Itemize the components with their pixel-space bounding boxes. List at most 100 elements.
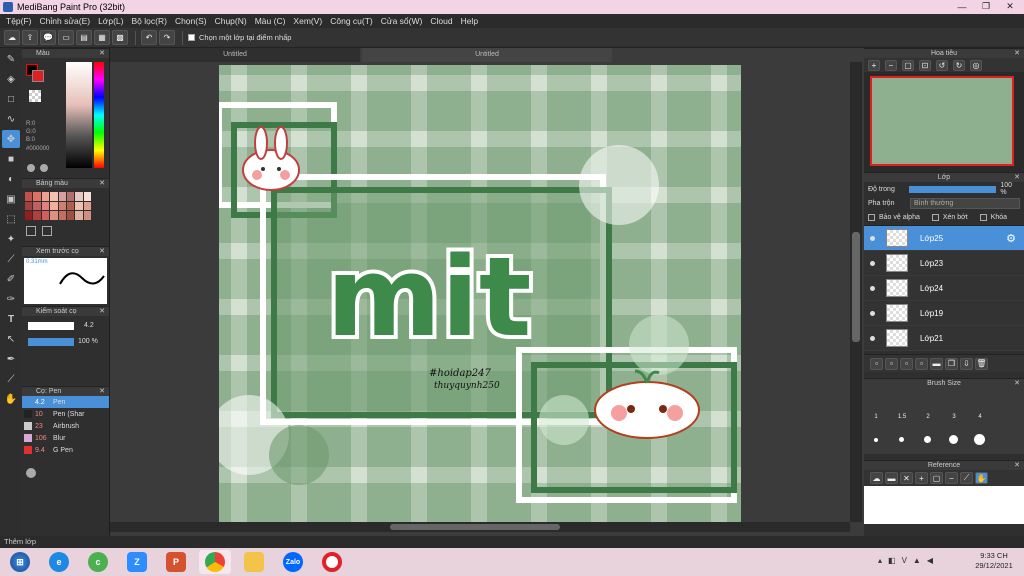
magic-wand-icon[interactable]: ✦ (2, 230, 20, 248)
palette-swatch[interactable] (58, 211, 66, 220)
menu-filter[interactable]: Bộ lọc(R) (132, 16, 167, 26)
cloud-icon[interactable]: ☁ (4, 30, 20, 45)
brush-dot[interactable] (924, 436, 931, 443)
palette-swatch[interactable] (83, 192, 91, 201)
secondary-color-swatch[interactable] (32, 70, 44, 82)
brush-dot[interactable] (874, 438, 878, 442)
select-pen-icon[interactable]: ✐ (2, 270, 20, 288)
new-1bit-layer-icon[interactable]: ▫ (915, 357, 928, 370)
zoom-in-icon[interactable]: + (915, 472, 928, 484)
palette-swatch[interactable] (75, 201, 83, 211)
text-icon[interactable]: T (2, 310, 20, 328)
palette-swatch[interactable] (66, 192, 75, 201)
bucket-icon[interactable]: ◐ (2, 170, 20, 188)
spoit-icon[interactable]: ⟋ (2, 370, 20, 388)
palette-swatch[interactable] (33, 192, 41, 201)
palette-swatch[interactable] (25, 201, 33, 211)
opacity-slider[interactable] (28, 338, 74, 346)
rotate-right-icon[interactable]: ↻ (953, 59, 965, 71)
palette-swatch[interactable] (66, 211, 75, 220)
operation-icon[interactable]: ↖ (2, 330, 20, 348)
layer-row[interactable]: Lớp24 (864, 276, 1024, 301)
taskbar-ie[interactable]: e (43, 550, 75, 574)
start-button[interactable]: ⊞ (4, 550, 36, 574)
hand-icon[interactable]: ✋ (2, 390, 20, 408)
taskbar-zoom[interactable]: Z (121, 550, 153, 574)
menu-cloud[interactable]: Cloud (430, 16, 452, 26)
open-folder-icon[interactable]: ▬ (885, 472, 898, 484)
palette-swatch[interactable] (41, 192, 50, 201)
taskbar-explorer[interactable] (238, 550, 270, 574)
tray-network-icon[interactable]: ▲ (913, 556, 921, 565)
select-layer-checkbox[interactable] (188, 34, 195, 41)
taskbar-chrome[interactable] (199, 550, 231, 574)
upload-icon[interactable]: ⇪ (22, 30, 38, 45)
tab-untitled-2[interactable]: Untitled (362, 48, 612, 62)
navigator-viewport[interactable] (870, 76, 1014, 166)
wheel-icon[interactable] (40, 164, 48, 172)
comment-icon[interactable]: 💬 (40, 30, 56, 45)
brush-size-2[interactable]: 2 (918, 414, 938, 420)
palette-swatch[interactable] (25, 211, 33, 220)
fill-rect-icon[interactable]: ■ (2, 150, 20, 168)
gradient-icon[interactable]: ▣ (2, 190, 20, 208)
brush-list-item[interactable]: 9.4 G Pen (22, 444, 109, 456)
move-icon[interactable]: ✥ (2, 130, 20, 148)
lasso-icon[interactable]: ∿ (2, 110, 20, 128)
brush-size-1[interactable]: 1 (866, 414, 886, 420)
menu-select[interactable]: Chọn(S) (175, 16, 207, 26)
new-layer-icon[interactable]: ▫ (870, 357, 883, 370)
close-icon[interactable]: ✕ (1014, 173, 1020, 183)
hand-icon[interactable]: ✋ (975, 472, 988, 484)
layer-row[interactable]: Lớp21 (864, 326, 1024, 351)
menu-color[interactable]: Màu (C) (255, 16, 286, 26)
palette-swatch[interactable] (50, 201, 58, 211)
palette-swatch[interactable] (25, 192, 33, 201)
brush-dot[interactable] (949, 435, 958, 444)
brush-list-item[interactable]: 10 Pen (Shar (22, 408, 109, 420)
clipping-checkbox[interactable] (931, 214, 939, 221)
delete-layer-icon[interactable]: 🗑 (975, 357, 988, 370)
close-button[interactable]: ✕ (998, 0, 1022, 13)
zoom-in-icon[interactable]: + (868, 59, 880, 71)
close-icon[interactable]: ✕ (1014, 49, 1020, 59)
layer-row[interactable]: Lớp23 (864, 251, 1024, 276)
select-eraser-icon[interactable]: ✑ (2, 290, 20, 308)
horizontal-scroll-thumb[interactable] (390, 524, 560, 530)
visibility-icon[interactable] (870, 235, 875, 241)
layer-row[interactable]: Lớp25 ⚙ (864, 226, 1024, 251)
palette-swatch[interactable] (50, 211, 58, 220)
transparent-swatch[interactable] (29, 90, 41, 102)
close-icon[interactable]: ✕ (1014, 461, 1020, 471)
palette-icon[interactable] (27, 164, 35, 172)
merge-down-icon[interactable]: ⇩ (960, 357, 973, 370)
visibility-icon[interactable] (870, 285, 875, 291)
eyedropper-icon[interactable]: ⟋ (2, 250, 20, 268)
page-icon[interactable]: ▤ (76, 30, 92, 45)
select-icon[interactable]: ⬚ (2, 210, 20, 228)
zoom-out-icon[interactable]: − (945, 472, 958, 484)
palette-grid[interactable] (25, 192, 91, 220)
eyedropper-icon[interactable]: ⟋ (960, 472, 973, 484)
layer-opacity-slider[interactable] (909, 185, 997, 193)
palette-swatch[interactable] (58, 192, 66, 201)
redo-icon[interactable]: ↷ (159, 30, 175, 45)
horizontal-scrollbar[interactable] (110, 522, 850, 532)
brush-size-4[interactable]: 4 (970, 414, 990, 420)
reference-view[interactable] (864, 486, 1024, 524)
zoom-out-icon[interactable]: − (885, 59, 897, 71)
delete-color-icon[interactable] (42, 226, 52, 236)
grid-icon[interactable]: ▦ (94, 30, 110, 45)
tray-volume-icon[interactable]: ◀ (927, 556, 933, 565)
palette-swatch[interactable] (58, 201, 66, 211)
taskbar-opera[interactable] (316, 550, 348, 574)
brush-size-3[interactable]: 3 (944, 414, 964, 420)
maximize-button[interactable]: ❐ (974, 0, 998, 13)
palette-swatch[interactable] (33, 211, 41, 220)
brush-list-item[interactable]: 106 Blur (22, 432, 109, 444)
close-reference-icon[interactable]: ✕ (900, 472, 913, 484)
brush-size-panel[interactable]: 1 1.5 2 3 4 (864, 388, 1024, 454)
saturation-field[interactable] (66, 62, 92, 168)
folder-icon[interactable]: ▬ (930, 357, 943, 370)
lock-checkbox[interactable] (979, 214, 987, 221)
